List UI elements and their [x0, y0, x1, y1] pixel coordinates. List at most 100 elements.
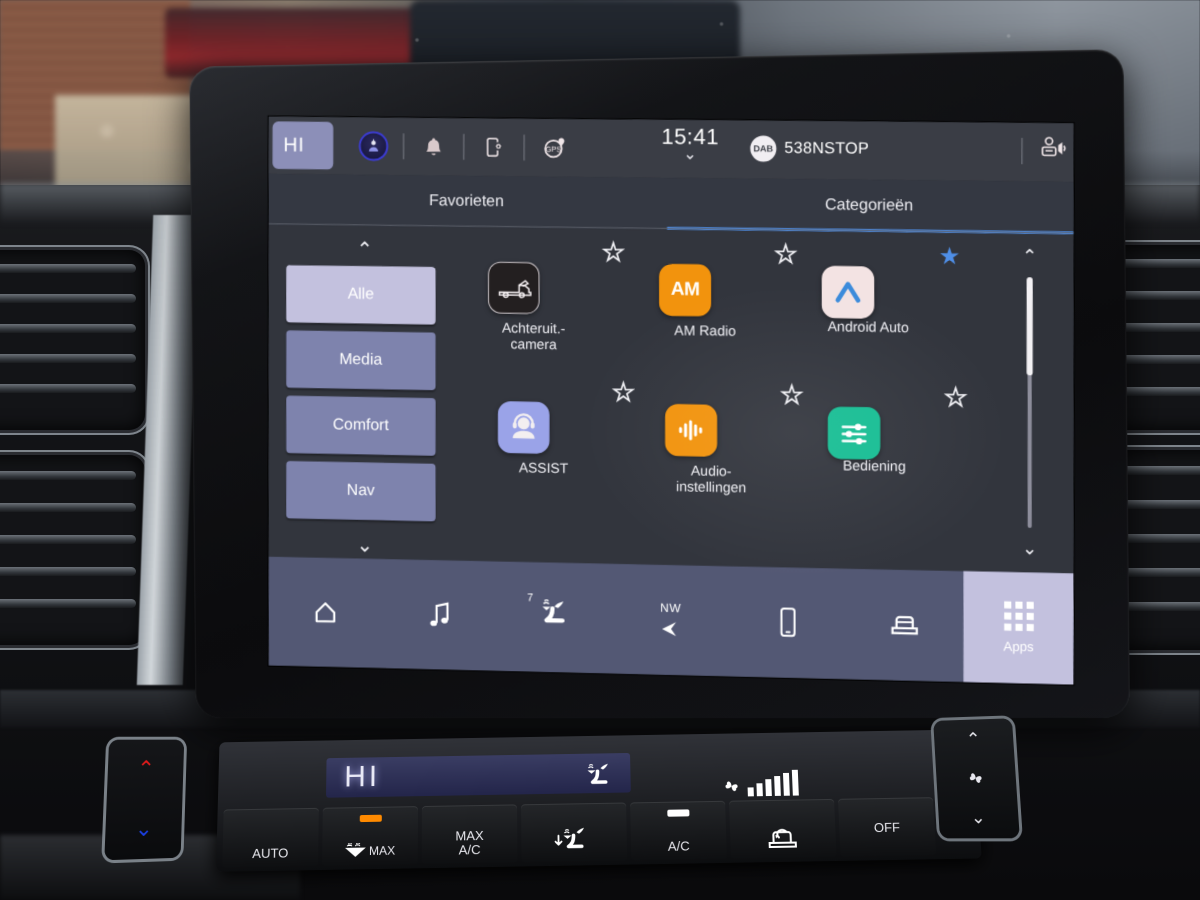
favorite-star-icon[interactable]: ★: [603, 241, 624, 265]
climate-max-ac-button[interactable]: MAX A/C: [422, 804, 518, 864]
nav-item-home[interactable]: [269, 557, 383, 669]
nav-item-media[interactable]: [383, 559, 498, 671]
media-station-name: 538NSTOP: [784, 140, 869, 159]
favorite-star-icon[interactable]: ★: [945, 386, 967, 411]
app-label: ASSIST: [464, 458, 623, 477]
climate-ac-button[interactable]: A/C: [630, 801, 727, 861]
am-radio-icon: AM: [659, 264, 711, 317]
fan-up-icon[interactable]: ⌃: [965, 729, 981, 750]
apps-button[interactable]: Apps: [964, 571, 1074, 685]
climate-max-defrost-button[interactable]: MAX: [322, 806, 418, 866]
fan-level-label: 7: [527, 592, 533, 604]
gps-icon[interactable]: GPS: [532, 135, 578, 161]
avatar: [359, 131, 389, 161]
app-tile-achteruitcamera[interactable]: ★ Achteruit.- camera: [460, 235, 634, 387]
favorite-star-icon[interactable]: ★: [613, 381, 634, 405]
category-item-media[interactable]: Media: [286, 330, 435, 390]
fan-icon: [720, 777, 743, 797]
app-label: Audio- instellingen: [631, 461, 791, 496]
favorite-star-icon[interactable]: ★: [939, 245, 961, 269]
temp-up-icon[interactable]: ⌃: [137, 756, 156, 782]
android-auto-icon: [822, 266, 875, 319]
app-grid-scrollbar[interactable]: ⌃ ⌄: [1009, 246, 1050, 560]
chevron-down-icon[interactable]: ⌄: [642, 150, 738, 161]
divider: [524, 135, 525, 161]
app-grid: ★ Achteruit.- camera ★ AM AM Radio ★ And…: [460, 235, 1002, 564]
nav-item-navigation[interactable]: NW: [613, 564, 729, 677]
rear-defrost-icon: [549, 827, 600, 856]
status-bar-right: [1022, 135, 1068, 167]
status-bar: HI GPS 15:41 ⌄ DAB 538NSTOP: [269, 117, 1074, 182]
apps-button-label: Apps: [1003, 639, 1033, 655]
divider: [403, 133, 404, 159]
climate-display: HI: [326, 753, 631, 798]
temperature-indicator[interactable]: HI: [273, 121, 334, 169]
am-radio-icon-text: AM: [671, 279, 700, 301]
category-item-nav[interactable]: Nav: [286, 461, 435, 521]
climate-recirculate-button[interactable]: [729, 799, 837, 859]
temp-down-icon[interactable]: ⌄: [134, 816, 153, 842]
scrollbar-track[interactable]: [1028, 277, 1032, 528]
app-tile-assist[interactable]: ★ ASSIST: [470, 375, 644, 528]
led-indicator: [667, 809, 689, 816]
category-sidebar: ⌃ Alle Media Comfort Nav ⌄: [286, 231, 443, 556]
divider: [1022, 137, 1023, 163]
fan-down-icon[interactable]: ⌄: [970, 808, 986, 829]
svg-text:GPS: GPS: [546, 145, 562, 154]
climate-off-button[interactable]: OFF: [838, 797, 936, 857]
grid-apps-icon: [1004, 601, 1034, 631]
nav-item-climate[interactable]: 7: [497, 561, 612, 673]
tab-favorieten[interactable]: Favorieten: [269, 174, 667, 230]
vehicle-controls-icon: [828, 406, 881, 459]
app-tile-am-radio[interactable]: ★ AM AM Radio: [631, 237, 806, 390]
max-defrost-icon: [345, 843, 367, 859]
nav-item-phone[interactable]: [729, 566, 846, 679]
media-status[interactable]: DAB 538NSTOP: [750, 136, 869, 163]
temperature-rocker[interactable]: ⌃ ⌄: [104, 740, 184, 861]
app-label: Achteruit.- camera: [454, 319, 613, 353]
category-item-alle[interactable]: Alle: [286, 265, 435, 325]
fan-icon: [965, 768, 987, 788]
climate-button-row: AUTO MAX MAX A/C A/C OFF: [222, 796, 975, 867]
user-avatar-icon[interactable]: [351, 131, 396, 161]
divider: [463, 134, 464, 160]
fan-level-bars: [747, 770, 799, 797]
scroll-up-icon[interactable]: ⌃: [1022, 246, 1037, 267]
tab-categorieen[interactable]: Categorieën: [667, 178, 1074, 235]
app-browser: ⌃ Alle Media Comfort Nav ⌄ ★ Achteruit.-…: [269, 225, 1074, 573]
led-indicator: [359, 815, 381, 822]
windshield-defrost-icon: [580, 761, 621, 796]
bell-icon[interactable]: [411, 135, 456, 159]
climate-max-label: MAX: [369, 844, 395, 859]
climate-rear-defrost-button[interactable]: [521, 802, 627, 862]
climate-panel-body: ⌃ ⌄ HI AUTO MAX MAX A/C A/C OFF ⌃ ⌄: [216, 729, 982, 871]
scroll-down-icon[interactable]: ⌄: [1022, 538, 1037, 560]
fan-speed-rocker[interactable]: ⌃ ⌄: [933, 718, 1020, 838]
clock-area[interactable]: 15:41 ⌄: [642, 124, 738, 161]
category-scroll-up-icon[interactable]: ⌃: [286, 231, 443, 267]
air-vent-left-upper: [0, 250, 145, 430]
voice-volume-icon[interactable]: [1037, 135, 1068, 167]
climate-auto-button[interactable]: AUTO: [222, 808, 319, 868]
recirculate-air-icon: [760, 825, 805, 852]
app-label: Android Auto: [787, 318, 949, 336]
app-tile-audio-instellingen[interactable]: ★ Audio- instellingen: [637, 377, 813, 530]
infotainment-screen-bezel: HI GPS 15:41 ⌄ DAB 538NSTOP Favorieten C…: [189, 49, 1130, 718]
category-item-comfort[interactable]: Comfort: [286, 396, 435, 456]
fan-speed-display: [720, 770, 799, 797]
climate-ac-label: A/C: [668, 838, 690, 853]
scrollbar-thumb[interactable]: [1027, 277, 1033, 375]
assist-headset-icon: [498, 401, 550, 454]
compass-heading-label: NW: [660, 600, 681, 614]
infotainment-display[interactable]: HI GPS 15:41 ⌄ DAB 538NSTOP Favorieten C…: [269, 117, 1074, 685]
phone-settings-icon[interactable]: [471, 135, 517, 159]
nav-item-vehicle[interactable]: [846, 569, 964, 682]
climate-control-panel: ⌃ ⌄ HI AUTO MAX MAX A/C A/C OFF ⌃ ⌄: [218, 735, 978, 900]
app-label: Bediening: [794, 456, 956, 475]
climate-display-temp: HI: [344, 760, 380, 794]
app-tile-bediening[interactable]: ★ Bediening: [800, 380, 977, 534]
dab-badge: DAB: [750, 136, 776, 162]
app-tile-android-auto[interactable]: ★ Android Auto: [794, 239, 971, 392]
app-label: AM Radio: [625, 321, 785, 339]
rear-view-camera-icon: [488, 262, 540, 314]
